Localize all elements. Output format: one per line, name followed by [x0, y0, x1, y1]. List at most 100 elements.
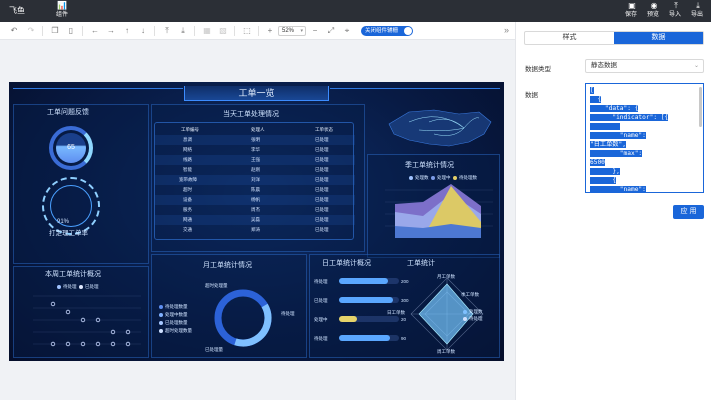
dashboard-title: 工单一览: [184, 86, 329, 101]
month-legend: 待处理数量 处理中数量 已处理数量 超时处理数量: [159, 303, 192, 335]
json-code[interactable]: [ { "data": { "indicator": [{ "name": "日…: [590, 86, 699, 193]
undo-icon[interactable]: ↶: [9, 26, 19, 36]
apply-button[interactable]: 应 用: [673, 205, 704, 219]
code-line: "name":: [590, 132, 646, 139]
chevron-down-icon: ▾: [300, 28, 303, 34]
table-row: 网通 吴磊 已处理: [155, 215, 355, 225]
today-table: 工单编号 处理人 工单状态 息调 张明 已处理 网络 李华 已处理 线路 王强 已处理 智能…: [154, 122, 355, 240]
day-bar: [339, 335, 390, 341]
radar-label-right: 季工单数: [461, 292, 479, 297]
day-bar-label: 已处理: [314, 298, 328, 303]
ruler-icon[interactable]: ⬚: [242, 26, 252, 36]
arrow-right-icon[interactable]: →: [106, 26, 116, 36]
day-bar: [339, 316, 357, 322]
preview-label: 预览: [646, 12, 659, 18]
week-chart: [33, 295, 141, 347]
today-title: 当天工单处理情况: [223, 111, 279, 118]
gauge-value: 65: [56, 133, 86, 163]
quarter-legend: 处理数 处理中 待处理数: [409, 175, 477, 181]
code-line: },: [590, 168, 620, 175]
month-donut: [214, 289, 272, 347]
top-bar: 飞鱼 📊 组件 ▣ 保存 ◉ 预览 ⤒ 导入 ⤓ 导出: [0, 0, 711, 22]
work-title: 工单统计: [407, 260, 435, 267]
china-map: [388, 109, 492, 147]
ungroup-icon[interactable]: ▧: [218, 26, 228, 36]
chevron-down-icon: ⌄: [693, 63, 699, 69]
redo-icon[interactable]: ↷: [26, 26, 36, 36]
center-icon[interactable]: ⌖: [342, 26, 352, 36]
zoom-value: 52%: [282, 28, 295, 34]
table-row: 设备 杨帆 已处理: [155, 195, 355, 205]
day-bar-value: 20: [401, 317, 407, 322]
radar-label-left: 日工单数: [387, 310, 405, 315]
toggle-knob: [404, 27, 412, 35]
month-label-bottom: 已处理量: [205, 347, 223, 352]
table-row: 线路 王强 已处理: [155, 155, 355, 165]
data-json-editor[interactable]: [ { "data": { "indicator": [{ "name": "日…: [585, 83, 704, 193]
fit-screen-icon[interactable]: ⤢: [326, 26, 336, 36]
editor-scrollbar[interactable]: [699, 87, 702, 127]
radar-label-bottom: 周工单数: [437, 349, 455, 354]
arrow-left-icon[interactable]: ←: [90, 26, 100, 36]
table-row: 息调 张明 已处理: [155, 135, 355, 145]
preview-button[interactable]: ◉ 预览: [647, 1, 661, 20]
send-bottom-icon[interactable]: ⤓: [178, 26, 188, 36]
import-icon: ⤒: [674, 1, 678, 10]
feedback-title: 工单问题反馈: [47, 109, 89, 116]
code-line: 6500: [590, 159, 605, 166]
day-bar-label: 待处理: [314, 336, 328, 341]
dashboard-preview[interactable]: 工单一览 工单问题反馈 65 91% 打定理工单率 本周工单统计概况 待处理 已…: [9, 82, 504, 361]
export-label: 导出: [690, 12, 703, 18]
export-button[interactable]: ⤓ 导出: [691, 1, 705, 20]
data-label: 数据: [525, 92, 538, 99]
delete-icon[interactable]: ▯: [66, 26, 76, 36]
day-bar-label: 待处理: [314, 279, 328, 284]
radar-label-top: 月工单数: [437, 274, 455, 279]
code-line: "name":: [590, 186, 646, 193]
code-line: "data": {: [590, 105, 639, 112]
table-header: 工单编号 处理人 工单状态: [181, 127, 333, 132]
components-label: 组件: [55, 12, 68, 18]
code-line: "max":: [590, 150, 643, 157]
table-row: 服务 周杰 已处理: [183, 207, 329, 212]
save-button[interactable]: ▣ 保存: [625, 1, 639, 20]
tab-style[interactable]: 样式: [525, 32, 614, 44]
import-button[interactable]: ⤒ 导入: [669, 1, 683, 20]
code-line: "日工单数",: [590, 141, 626, 148]
data-type-value: 静态数据: [591, 62, 617, 69]
radar-legend: 处理数 待处理: [463, 308, 483, 322]
components-button[interactable]: 📊 组件: [53, 1, 71, 20]
data-type-select[interactable]: 静态数据 ⌄: [585, 59, 704, 73]
table-row: 超时 陈晨 已处理: [183, 187, 329, 192]
zoom-out-icon[interactable]: −: [310, 26, 320, 36]
grid-toggle-label: 关闭组件辅栅: [365, 28, 399, 34]
code-line: [590, 123, 620, 130]
copy-icon[interactable]: ❐: [50, 26, 60, 36]
arrow-up-icon[interactable]: ↑: [122, 26, 132, 36]
bar-chart-icon: 📊: [57, 1, 67, 10]
day-bar-value: 90: [401, 336, 407, 341]
code-line: "indicator": [{: [590, 114, 669, 121]
group-icon[interactable]: ▦: [202, 26, 212, 36]
quarter-area-chart: [385, 184, 493, 238]
code-line: {: [590, 96, 602, 103]
properties-panel: 样式 数据 数据类型 静态数据 ⌄ 数据 [ { "data": { "indi…: [515, 22, 711, 400]
arrow-down-icon[interactable]: ↓: [138, 26, 148, 36]
zoom-in-icon[interactable]: +: [265, 26, 275, 36]
day-bar: [339, 297, 393, 303]
week-title: 本周工单统计概况: [45, 271, 101, 278]
table-row: 交通 郑涛 已处理: [183, 227, 329, 232]
bring-top-icon[interactable]: ⤒: [162, 26, 172, 36]
month-title: 月工单统计情况: [203, 262, 252, 269]
eye-icon: ◉: [650, 1, 658, 10]
editor-toolbar: ↶ ↷ ❐ ▯ ← → ↑ ↓ ⤒ ⤓ ▦ ▧ ⬚ + 52% ▾ − ⤢ ⌖ …: [0, 22, 515, 40]
expand-icon[interactable]: »: [504, 25, 509, 35]
zoom-select[interactable]: 52% ▾: [278, 26, 306, 36]
save-icon: ▣: [628, 1, 636, 10]
month-label-top: 超时处理量: [205, 283, 228, 288]
tab-data[interactable]: 数据: [614, 32, 703, 44]
import-label: 导入: [668, 12, 681, 18]
grid-toggle[interactable]: 关闭组件辅栅: [361, 26, 413, 36]
speed-value: 91%: [57, 219, 70, 225]
speed-label: 打定理工单率: [49, 230, 88, 237]
